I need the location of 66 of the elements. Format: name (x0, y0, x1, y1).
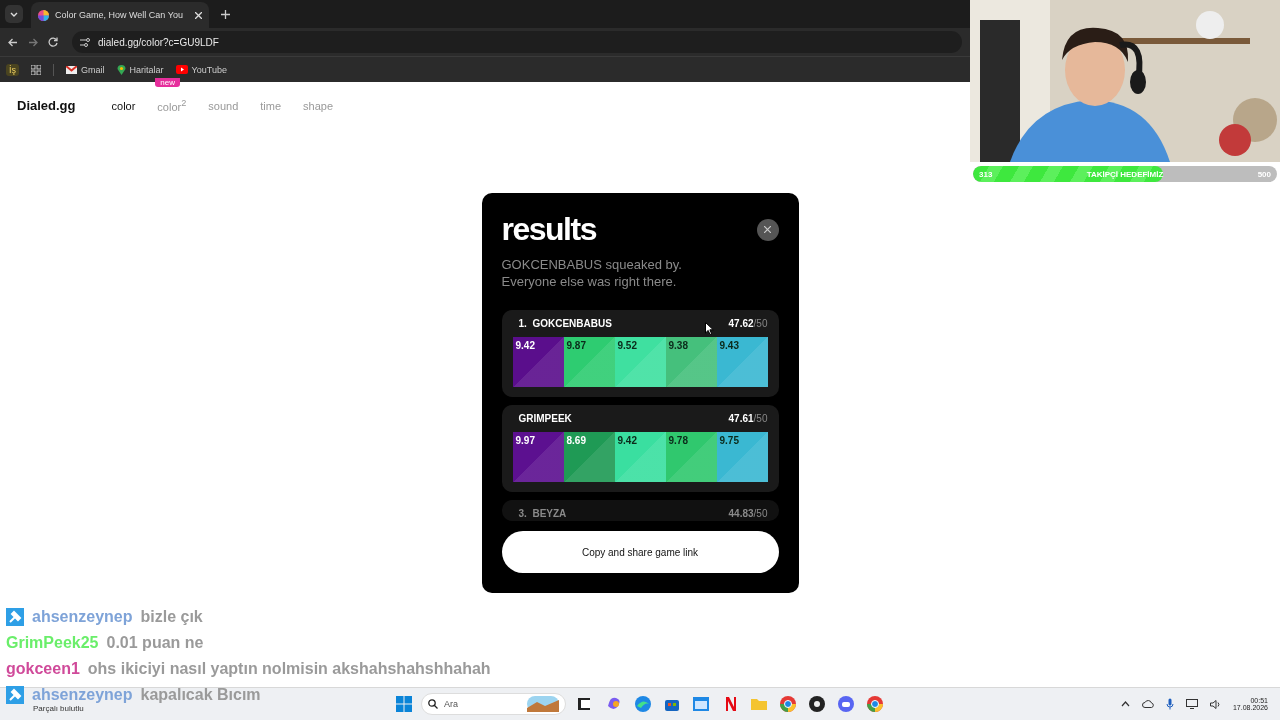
player-score: 47.61/50 (728, 413, 768, 424)
color-score-cell: 9.42 (512, 337, 564, 387)
tab-list-button[interactable] (5, 5, 23, 23)
microphone-icon[interactable] (1165, 698, 1174, 710)
goal-label: TAKİPÇİ HEDEFİMİZ (1086, 169, 1164, 179)
color-score-cell: 9.42 (614, 432, 666, 482)
cursor-icon (705, 322, 714, 335)
play-icon (175, 65, 188, 74)
chat-message: kapalıcak Bıcım (140, 685, 261, 704)
dialog-title: results (501, 211, 596, 248)
player-score: 47.62/50 (728, 318, 768, 329)
results-summary: GOKCENBABUS squeaked by. Everyone else was right there. (501, 256, 683, 290)
site-logo[interactable]: Dialed.gg (17, 98, 76, 113)
speaker-icon[interactable] (1209, 699, 1221, 709)
site-settings-icon[interactable] (80, 37, 90, 47)
reload-icon[interactable] (48, 37, 58, 47)
caret-icon (10, 11, 18, 17)
chat-username: ahsenzeynep (32, 685, 133, 704)
player-name: 1. GOKCENBABUS (517, 318, 612, 329)
nav-link[interactable]: color (111, 99, 136, 112)
search-icon (428, 699, 438, 709)
weather-text: Parçalı bulutlu (33, 704, 84, 713)
chevron-up-icon[interactable] (1120, 701, 1130, 707)
chat-message: ohs ikiciyi nasıl yaptın nolmisin akshahshahshhahah (87, 659, 491, 678)
profile-badge[interactable]: İş (6, 63, 19, 76)
bookmark-link[interactable]: YouTube (175, 64, 227, 75)
back-icon[interactable] (8, 37, 18, 47)
forward-icon[interactable] (28, 37, 38, 47)
goal-current: 313 (979, 169, 993, 179)
apps-grid-icon[interactable] (31, 64, 41, 75)
envelope-icon (66, 65, 77, 74)
start-icon[interactable] (396, 696, 412, 712)
color-score-cell: 8.69 (563, 432, 615, 482)
player-score: 44.83/50 (728, 508, 768, 519)
taskbar-app-icon[interactable] (807, 694, 827, 714)
color-score-cell: 9.43 (716, 337, 768, 387)
new-badge: new (155, 78, 181, 88)
chat-username: gokceen1 (6, 659, 80, 678)
player-name: 3. BEYZA (517, 508, 567, 519)
close-button[interactable] (756, 218, 779, 241)
share-link-button[interactable]: Copy and share game link (501, 531, 779, 573)
monitor-icon[interactable] (1185, 699, 1198, 709)
chat-username: ahsenzeynep (32, 607, 133, 626)
bookmark-link[interactable]: Gmail (66, 64, 105, 75)
chat-message: 0.01 puan ne (106, 633, 204, 652)
plus-icon (221, 10, 230, 19)
map-pin-icon (116, 64, 126, 75)
color-score-cell: 9.75 (716, 432, 768, 482)
address-bar[interactable]: dialed.gg/color?c=GU9LDF (72, 31, 962, 53)
color-score-cell: 9.38 (665, 337, 717, 387)
color-score-cell: 9.78 (665, 432, 717, 482)
color-score-cell: 9.87 (563, 337, 615, 387)
color-score-cell: 9.97 (512, 432, 564, 482)
landscape-icon (527, 696, 559, 712)
close-icon[interactable] (195, 11, 202, 19)
bookmark-link[interactable]: Haritalar (116, 64, 164, 75)
colorwheel-icon (38, 9, 49, 21)
browser-tab[interactable]: Color Game, How Well Can You (31, 2, 209, 28)
chat-username: GrimPeek25 (6, 633, 99, 652)
color-score-cell: 9.52 (614, 337, 666, 387)
cloud-icon[interactable] (1141, 700, 1154, 708)
player-name: GRIMPEEK (517, 413, 572, 424)
close-icon (764, 226, 771, 233)
goal-target: 500 (1257, 169, 1271, 179)
search-field[interactable]: Ara (421, 693, 566, 715)
chat-message: bizle çık (140, 607, 203, 626)
